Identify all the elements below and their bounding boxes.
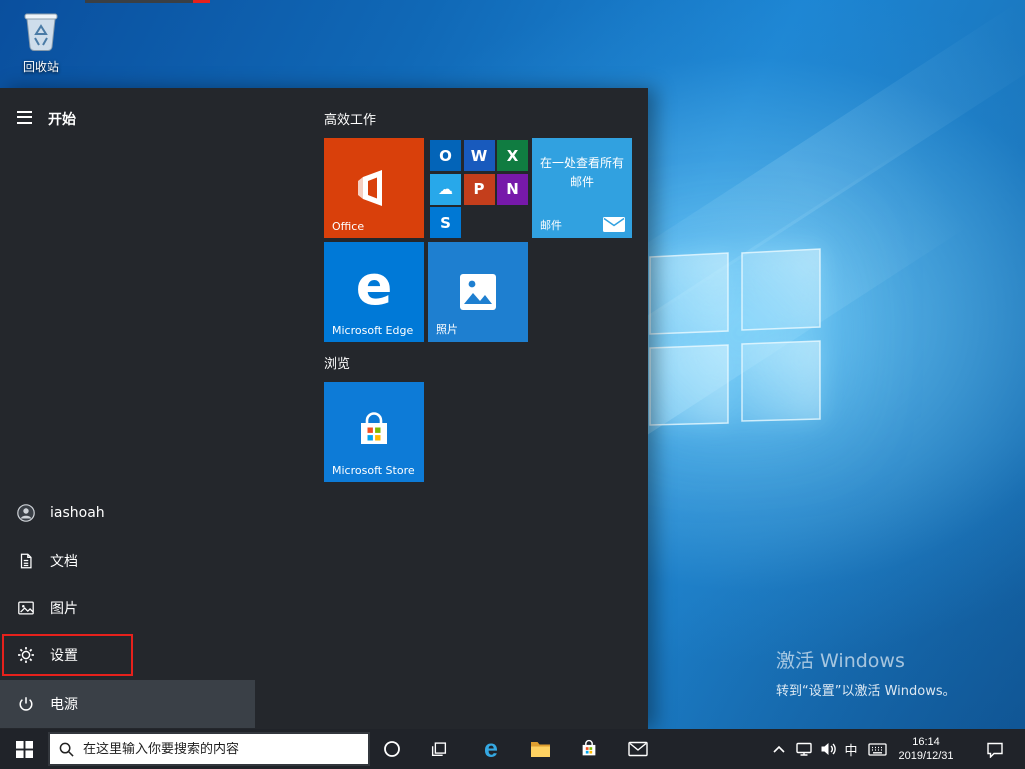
rail-user-label: iashoah — [50, 505, 105, 521]
tray-volume-button[interactable] — [816, 729, 840, 769]
task-view-button[interactable] — [416, 729, 462, 769]
start-button[interactable] — [0, 729, 48, 769]
power-icon — [19, 697, 33, 711]
rail-item-pictures[interactable]: 图片 — [0, 584, 255, 632]
tray-date: 2019/12/31 — [898, 750, 954, 762]
cortana-button[interactable] — [370, 729, 414, 769]
action-center-button[interactable] — [975, 729, 1015, 769]
taskbar-store-button[interactable] — [566, 729, 612, 769]
hamburger-menu-button[interactable] — [0, 93, 48, 141]
speaker-icon — [821, 743, 836, 755]
background-window-edge — [85, 0, 210, 3]
gear-icon — [18, 647, 34, 663]
chevron-up-icon — [773, 745, 785, 753]
rail-item-user[interactable]: iashoah — [0, 489, 255, 537]
recycle-bin-icon — [24, 13, 58, 52]
tray-show-hidden-icons-button[interactable] — [768, 729, 790, 769]
touch-keyboard-icon — [867, 742, 887, 756]
tray-clock[interactable]: 16:14 2019/12/31 — [893, 729, 959, 769]
taskbar-edge-button[interactable]: e — [468, 729, 514, 769]
rail-item-power[interactable]: 电源 — [0, 680, 255, 728]
tile-mail-label: 邮件 — [540, 219, 562, 232]
store-icon — [582, 739, 596, 756]
small-tile-onedrive[interactable]: ☁ — [430, 173, 461, 205]
search-icon — [59, 742, 74, 757]
windows-start-icon — [15, 740, 33, 758]
search-input[interactable] — [83, 741, 359, 757]
tile-office[interactable]: Office — [324, 138, 424, 238]
taskbar-mail-button[interactable] — [615, 729, 661, 769]
small-tile-word[interactable]: W — [463, 140, 495, 171]
tray-touch-keyboard-button[interactable] — [864, 729, 890, 769]
file-explorer-button[interactable] — [517, 729, 563, 769]
tile-store-label: Microsoft Store — [332, 464, 415, 477]
tile-mail-headline: 在一处查看所有邮件 — [539, 156, 624, 189]
start-menu-tiles: 高效工作 Office O W X ☁ P N S 在一处查看所有邮件 邮件 e… — [324, 88, 648, 729]
tile-photos[interactable]: 照片 — [428, 242, 528, 342]
tile-office-label: Office — [332, 220, 365, 233]
network-icon — [796, 742, 812, 756]
tile-edge-label: Microsoft Edge — [332, 324, 414, 337]
action-center-icon — [987, 742, 1003, 758]
small-tile-outlook[interactable]: O — [430, 140, 461, 171]
pictures-icon — [18, 601, 34, 615]
tile-microsoft-store[interactable]: Microsoft Store — [324, 382, 424, 482]
tile-mail[interactable]: 在一处查看所有邮件 邮件 — [532, 138, 632, 238]
hamburger-icon — [16, 110, 32, 113]
tile-group-title-explore: 浏览 — [324, 357, 351, 372]
desktop-screen: 回收站 激活 Windows 转到“设置”以激活 Windows。 开始 ias… — [0, 0, 1025, 769]
small-tile-onenote[interactable]: N — [497, 173, 528, 205]
tray-ime-indicator[interactable]: 中 — [840, 729, 862, 769]
small-tile-excel[interactable]: X — [497, 140, 528, 171]
rail-item-documents[interactable]: 文档 — [0, 537, 255, 585]
rail-documents-label: 文档 — [50, 554, 78, 570]
rail-pictures-label: 图片 — [50, 601, 78, 617]
office-apps-folder-grid: O W X ☁ P N S — [430, 140, 528, 238]
cortana-icon — [384, 741, 400, 757]
office-logo — [358, 170, 382, 206]
background-window-close-edge — [193, 0, 210, 3]
tray-time: 16:14 — [912, 736, 940, 748]
small-tile-skype[interactable]: S — [430, 207, 461, 238]
tile-microsoft-edge[interactable]: e Microsoft Edge — [324, 242, 424, 342]
tray-network-button[interactable] — [792, 729, 816, 769]
start-menu-title: 开始 — [48, 112, 76, 128]
document-icon — [20, 553, 32, 569]
recycle-bin[interactable]: 回收站 — [12, 8, 70, 75]
ime-language-label: 中 — [844, 742, 858, 758]
taskbar-search-box[interactable] — [48, 732, 370, 766]
edge-logo: e — [355, 254, 393, 317]
start-menu: 开始 iashoah 文档 图片 设置 电源 高效工作 Office O W X… — [0, 88, 648, 729]
windows-logo-wallpaper — [649, 248, 821, 426]
edge-icon: e — [484, 734, 498, 763]
store-bag-icon — [361, 412, 387, 444]
taskbar: e — [0, 729, 1025, 769]
rail-power-label: 电源 — [50, 697, 78, 713]
task-view-icon — [431, 742, 447, 757]
user-avatar-icon — [17, 504, 35, 522]
rail-settings-label: 设置 — [50, 648, 78, 664]
tile-group-title-productivity: 高效工作 — [324, 113, 377, 128]
mail-envelope-icon — [603, 217, 625, 232]
mail-icon — [628, 741, 648, 757]
tile-office-apps-folder[interactable]: O W X ☁ P N S — [428, 138, 528, 238]
tile-photos-label: 照片 — [436, 323, 458, 336]
rail-item-settings[interactable]: 设置 — [0, 631, 255, 679]
photos-icon — [460, 274, 496, 310]
recycle-bin-label: 回收站 — [22, 60, 59, 74]
small-tile-powerpoint[interactable]: P — [463, 173, 495, 205]
folder-icon — [530, 741, 550, 757]
start-menu-rail: 开始 iashoah 文档 图片 设置 电源 — [0, 88, 255, 729]
